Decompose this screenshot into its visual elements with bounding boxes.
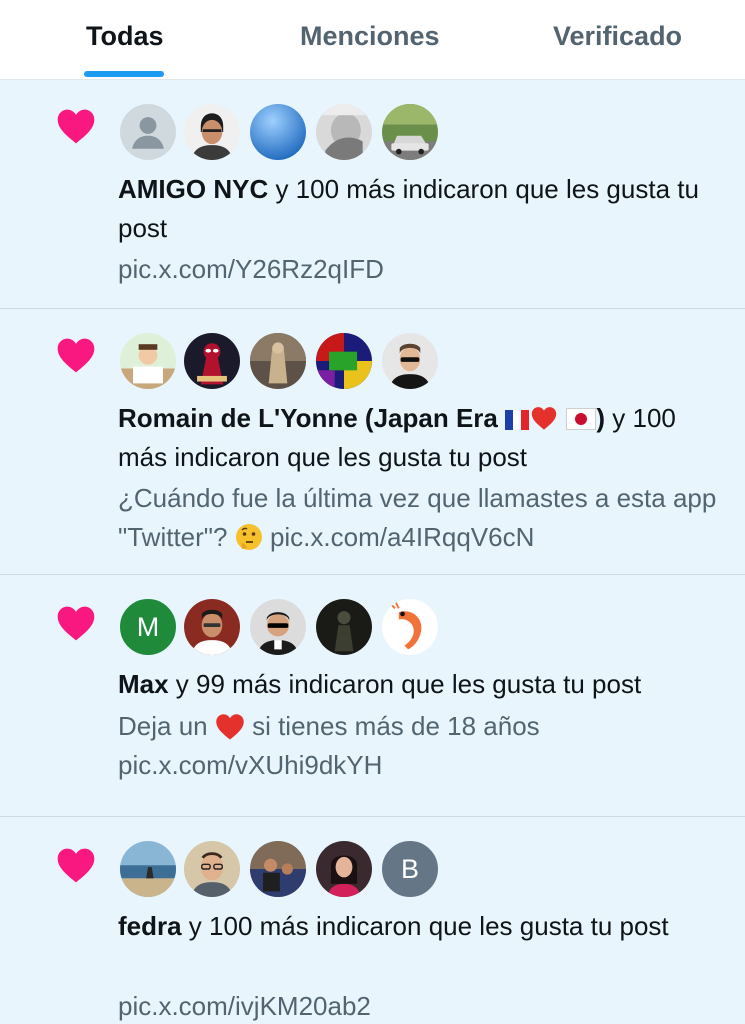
- colorful-avatar[interactable]: [314, 331, 374, 391]
- liker-avatars: M: [118, 597, 448, 657]
- notification-item[interactable]: M Max y 99 más indicaron que les gusta t…: [0, 575, 745, 817]
- tab-menciones[interactable]: Menciones: [300, 0, 440, 80]
- man-photo-avatar[interactable]: [182, 102, 242, 162]
- man-photo-avatar[interactable]: [182, 597, 242, 657]
- notification-item[interactable]: Romain de L'Yonne (Japan Era ) y 100 más…: [0, 309, 745, 575]
- notification-item[interactable]: AMIGO NYC y 100 más indicaron que les gu…: [0, 80, 745, 309]
- preview-text: Deja un: [118, 711, 215, 741]
- heart-icon: [57, 338, 95, 373]
- user-name-text: Romain de L'Yonne (Japan Era: [118, 403, 498, 433]
- preview-link: pic.x.com/a4IRqqV6cN: [262, 522, 535, 552]
- liker-avatars: [118, 102, 448, 162]
- notification-item[interactable]: B fedra y 100 más indicaron que les gust…: [0, 817, 745, 1024]
- heart-icon: [57, 848, 95, 883]
- france-flag-icon: [505, 410, 530, 430]
- beach-photo-avatar[interactable]: [118, 839, 178, 899]
- woman-photo-avatar[interactable]: [314, 839, 374, 899]
- post-preview[interactable]: pic.x.com/ivjKM20ab2: [118, 987, 728, 1024]
- heart-icon: [57, 606, 95, 641]
- default-avatar[interactable]: [118, 102, 178, 162]
- cartoon-sunglasses-avatar[interactable]: [248, 597, 308, 657]
- user-name[interactable]: Max: [118, 669, 169, 699]
- dark-avatar[interactable]: [314, 597, 374, 657]
- letter-avatar[interactable]: B: [380, 839, 440, 899]
- man-glasses-avatar[interactable]: [182, 839, 242, 899]
- red-heart-icon: [531, 407, 557, 430]
- post-preview[interactable]: pic.x.com/Y26Rz2qIFD: [118, 250, 728, 289]
- photo-avatar[interactable]: [248, 331, 308, 391]
- liker-avatars: B: [118, 839, 448, 899]
- post-preview[interactable]: Deja un si tienes más de 18 años pic.x.c…: [118, 707, 728, 785]
- user-name[interactable]: Romain de L'Yonne (Japan Era ): [118, 403, 605, 433]
- notification-tabs: Todas Menciones Verificado: [0, 0, 745, 80]
- japan-flag-icon: [566, 408, 597, 430]
- action-text: y 99 más indicaron que les gusta tu post: [168, 669, 642, 699]
- notification-text: fedra y 100 más indicaron que les gusta …: [118, 907, 728, 946]
- user-name[interactable]: fedra: [118, 911, 182, 941]
- heart-icon: [57, 109, 95, 144]
- user-name[interactable]: AMIGO NYC: [118, 174, 268, 204]
- shrimp-avatar[interactable]: [380, 597, 440, 657]
- user-name-close: ): [596, 403, 606, 433]
- active-tab-indicator: [84, 71, 164, 77]
- spider-avatar[interactable]: [182, 331, 242, 391]
- cartoon-avatar[interactable]: [118, 331, 178, 391]
- tab-verificado[interactable]: Verificado: [553, 0, 682, 80]
- red-heart-icon: [216, 714, 244, 740]
- notifications-feed: AMIGO NYC y 100 más indicaron que les gu…: [0, 80, 745, 1024]
- liker-avatars: [118, 331, 448, 391]
- thinking-face-icon: [235, 524, 262, 550]
- notification-text: AMIGO NYC y 100 más indicaron que les gu…: [118, 170, 728, 248]
- sunglasses-man-avatar[interactable]: [380, 331, 440, 391]
- letter-avatar[interactable]: M: [118, 597, 178, 657]
- notification-text: Romain de L'Yonne (Japan Era ) y 100 más…: [118, 399, 728, 477]
- car-photo-avatar[interactable]: [380, 102, 440, 162]
- post-preview[interactable]: ¿Cuándo fue la última vez que llamastes …: [118, 479, 728, 557]
- notification-text: Max y 99 más indicaron que les gusta tu …: [118, 665, 728, 704]
- tab-todas[interactable]: Todas: [86, 0, 164, 80]
- photo-avatar[interactable]: [314, 102, 374, 162]
- photo-avatar[interactable]: [248, 839, 308, 899]
- blue-gradient-avatar[interactable]: [248, 102, 308, 162]
- action-text: y 100 más indicaron que les gusta tu pos…: [181, 911, 669, 941]
